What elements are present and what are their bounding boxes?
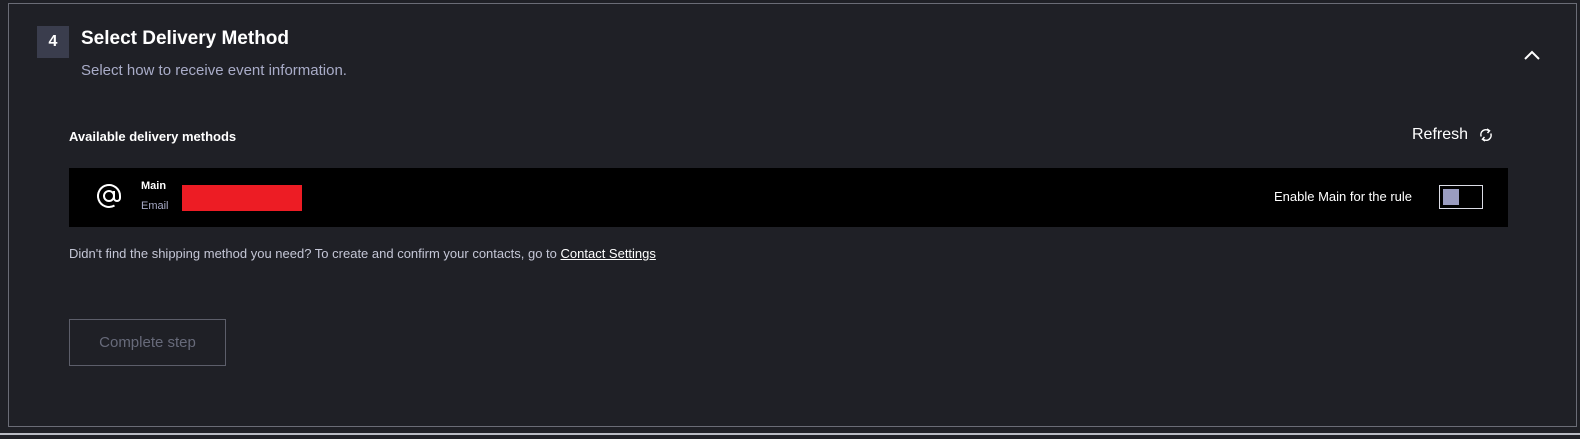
delivery-method-step-panel: 4 Select Delivery Method Select how to r…: [8, 3, 1577, 427]
collapse-button[interactable]: [1521, 44, 1543, 66]
help-text: Didn't find the shipping method you need…: [69, 246, 656, 261]
toggle-knob: [1443, 189, 1459, 205]
chevron-up-icon: [1524, 50, 1540, 60]
method-name: Main: [141, 180, 167, 192]
help-text-body: Didn't find the shipping method you need…: [69, 246, 561, 261]
step-number-badge: 4: [37, 26, 69, 58]
method-type: Email: [141, 200, 169, 212]
enable-method-toggle[interactable]: [1439, 185, 1483, 209]
complete-step-button[interactable]: Complete step: [69, 319, 226, 366]
at-sign-icon: [97, 184, 121, 208]
contact-settings-link[interactable]: Contact Settings: [561, 246, 656, 261]
enable-method-label: Enable Main for the rule: [1274, 189, 1413, 204]
bottom-divider: [0, 433, 1580, 435]
refresh-button[interactable]: Refresh: [1412, 126, 1494, 144]
available-methods-label: Available delivery methods: [69, 129, 237, 144]
delivery-method-row: Main Email Enable Main for the rule: [69, 168, 1508, 227]
refresh-icon: [1480, 128, 1492, 142]
redacted-contact-address: [182, 185, 302, 211]
step-title: Select Delivery Method: [81, 28, 290, 49]
refresh-label: Refresh: [1412, 126, 1469, 143]
step-subtitle: Select how to receive event information.: [81, 62, 347, 79]
